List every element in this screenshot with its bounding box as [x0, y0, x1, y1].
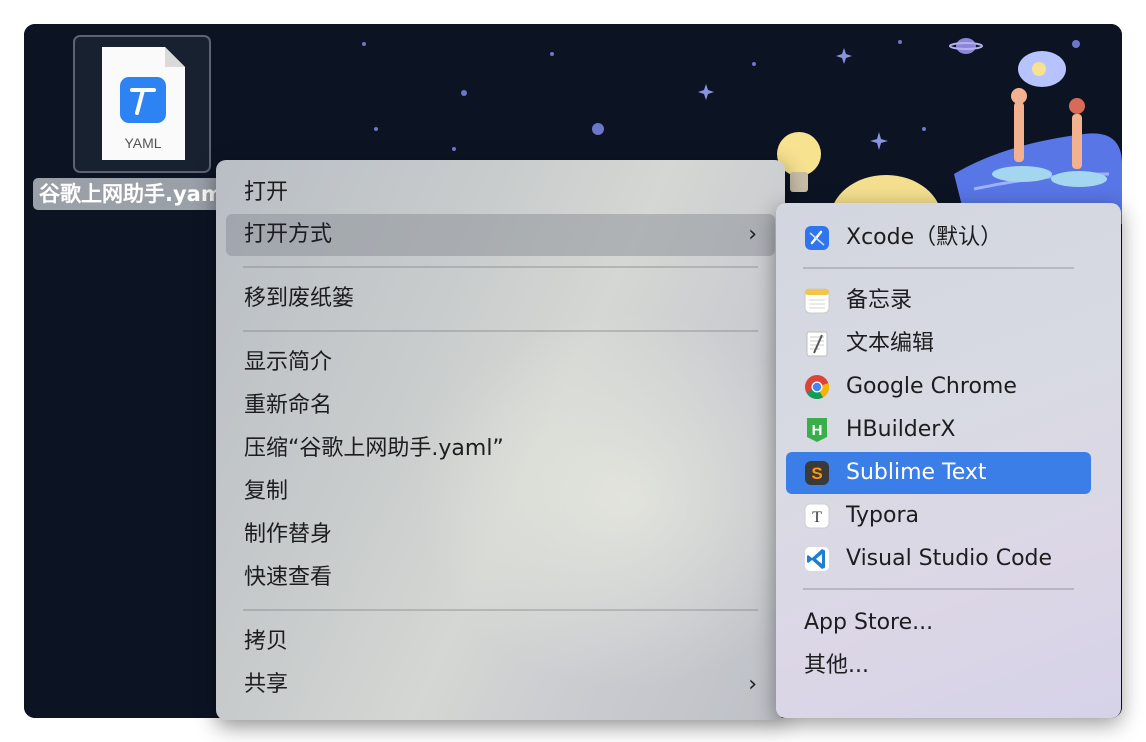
submenu-item-hbuilderx[interactable]: H HBuilderX [786, 409, 1091, 451]
submenu-item-label: Google Chrome [846, 374, 1017, 399]
typora-icon-letter: T [812, 509, 822, 526]
submenu-item-label: 备忘录 [846, 288, 913, 313]
chevron-right-icon: › [748, 222, 757, 247]
sublime-icon: S [805, 461, 829, 485]
submenu-item-label: App Store... [804, 610, 934, 635]
submenu-item-sublime-text[interactable]: S Sublime Text [786, 452, 1091, 494]
menu-item-make-alias[interactable]: 制作替身 [226, 514, 775, 556]
submenu-separator [803, 588, 1074, 590]
xcode-icon [805, 226, 829, 250]
menu-item-quick-look[interactable]: 快速查看 [226, 557, 775, 599]
menu-separator [243, 266, 758, 268]
submenu-item-label: Typora [846, 503, 919, 528]
open-with-submenu: Xcode（默认） 备忘录 文本编辑 Google Chrome H HBuil… [776, 203, 1121, 718]
file-icon-frame[interactable]: YAML [73, 35, 211, 173]
chrome-icon [805, 375, 830, 400]
file-type-label: YAML [124, 135, 161, 151]
submenu-separator [803, 267, 1074, 269]
sublime-icon-letter: S [811, 464, 822, 483]
file-name-label[interactable]: 谷歌上网助手.yaml [33, 178, 236, 210]
menu-item-share[interactable]: 共享 › [226, 664, 775, 706]
menu-item-open-with[interactable]: 打开方式 › [226, 214, 775, 256]
submenu-item-vscode[interactable]: Visual Studio Code [786, 538, 1091, 580]
menu-item-label: 打开 [244, 180, 289, 205]
submenu-item-label: Visual Studio Code [846, 546, 1053, 571]
submenu-item-label: Sublime Text [846, 460, 987, 485]
hbuilderx-icon: H [807, 418, 827, 442]
submenu-item-label: 文本编辑 [846, 331, 935, 356]
menu-item-label: 重新命名 [244, 393, 333, 418]
menu-item-label: 共享 [244, 672, 289, 697]
submenu-item-typora[interactable]: T Typora [786, 495, 1091, 537]
menu-item-label: 复制 [244, 479, 289, 504]
menu-separator [243, 330, 758, 332]
menu-item-label: 快速查看 [244, 565, 333, 590]
menu-item-rename[interactable]: 重新命名 [226, 385, 775, 427]
submenu-item-label: HBuilderX [846, 417, 956, 442]
submenu-item-label: 其他... [804, 653, 869, 678]
vscode-icon [805, 547, 829, 571]
menu-item-label: 拷贝 [244, 629, 289, 654]
submenu-item-chrome[interactable]: Google Chrome [786, 366, 1091, 408]
notes-icon [804, 288, 830, 314]
menu-item-get-info[interactable]: 显示简介 [226, 342, 775, 384]
submenu-item-xcode[interactable]: Xcode（默认） [786, 217, 1091, 259]
typora-icon: T [804, 503, 830, 529]
menu-separator [243, 609, 758, 611]
textedit-icon [806, 331, 828, 357]
yaml-file-icon[interactable]: YAML [73, 35, 211, 173]
menu-item-copy[interactable]: 拷贝 [226, 621, 775, 663]
menu-item-label: 打开方式 [244, 222, 333, 247]
menu-item-open[interactable]: 打开 [226, 172, 775, 214]
submenu-item-notes[interactable]: 备忘录 [786, 280, 1091, 322]
menu-item-compress[interactable]: 压缩“谷歌上网助手.yaml” [226, 428, 775, 470]
hbuilderx-icon-letter: H [812, 422, 823, 439]
submenu-item-textedit[interactable]: 文本编辑 [786, 323, 1091, 365]
menu-item-label: 制作替身 [244, 522, 333, 547]
context-menu: 打开 打开方式 › 移到废纸篓 显示简介 重新命名 压缩“谷歌上网助手.yaml”… [216, 160, 785, 720]
chevron-right-icon: › [748, 672, 757, 697]
submenu-item-app-store[interactable]: App Store... [786, 602, 1091, 644]
menu-item-move-to-trash[interactable]: 移到废纸篓 [226, 278, 775, 320]
menu-item-label: 显示简介 [244, 350, 333, 375]
menu-item-duplicate[interactable]: 复制 [226, 471, 775, 513]
menu-item-label: 压缩“谷歌上网助手.yaml” [244, 436, 504, 461]
submenu-item-label: Xcode（默认） [846, 225, 1003, 250]
submenu-item-other[interactable]: 其他... [786, 645, 1091, 687]
menu-item-label: 移到废纸篓 [244, 286, 355, 311]
